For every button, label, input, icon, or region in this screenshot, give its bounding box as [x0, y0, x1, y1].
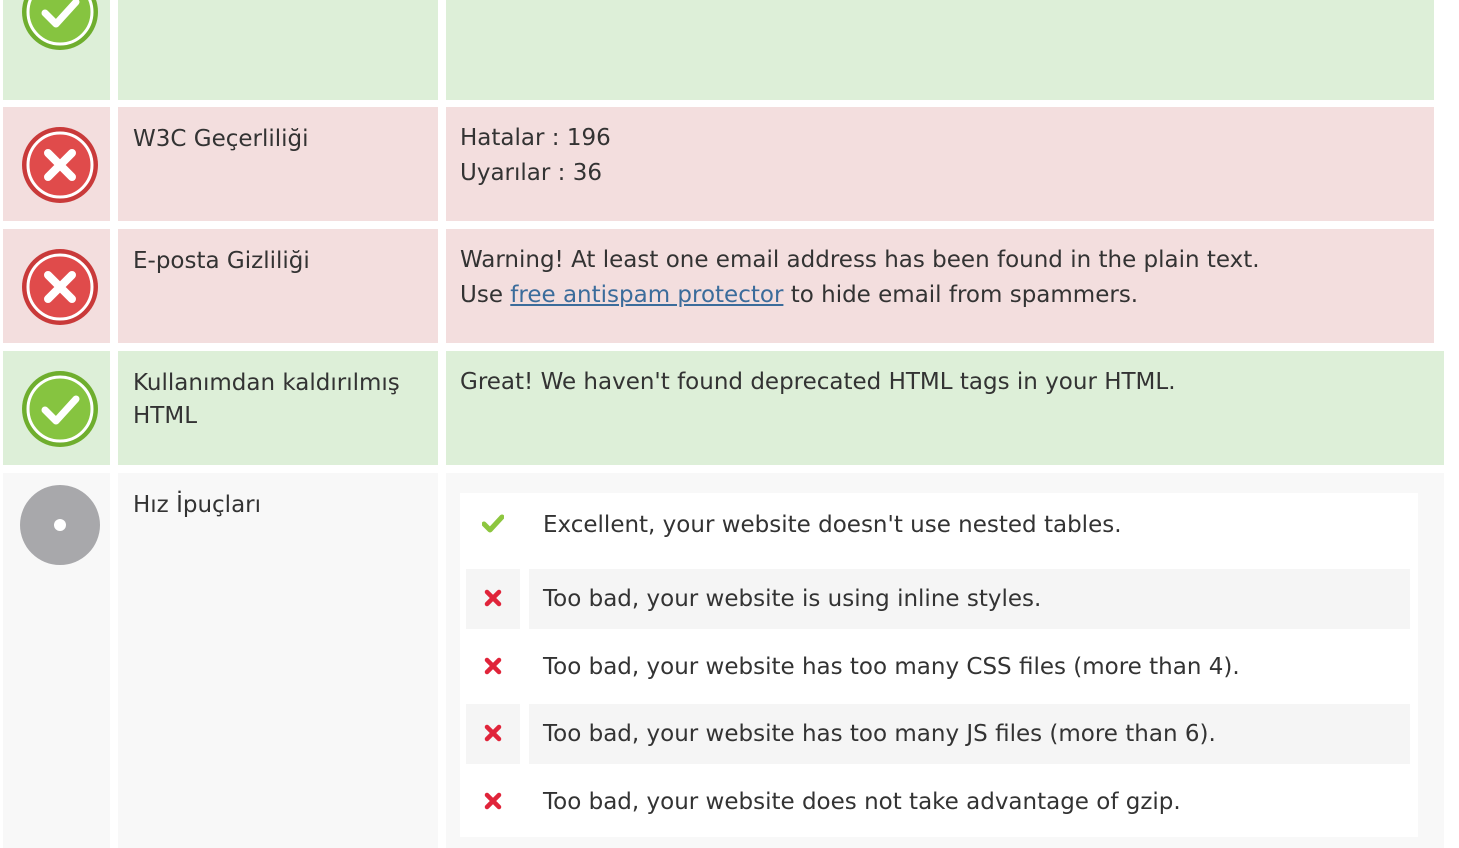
label-cell: E-posta Gizliliği	[118, 229, 438, 343]
errors-count: Hatalar : 196	[460, 125, 611, 151]
row-label: Hız İpuçları	[133, 492, 262, 518]
check-circle-icon	[20, 369, 100, 449]
advice-prefix: Use	[460, 282, 511, 308]
tip-text: Excellent, your website doesn't use nest…	[543, 512, 1122, 538]
checkmark-icon	[482, 514, 504, 533]
status-cell	[3, 0, 110, 100]
row-label: W3C Geçerliliği	[133, 126, 309, 152]
tip-text: Too bad, your website has too many CSS f…	[543, 654, 1240, 680]
label-cell: W3C Geçerliliği	[118, 107, 438, 221]
email-warning: Warning! At least one email address has …	[460, 243, 1260, 313]
value-cell: Warning! At least one email address has …	[446, 229, 1434, 343]
antispam-protector-link[interactable]: free antispam protector	[510, 282, 783, 308]
cross-icon	[484, 724, 502, 742]
cross-icon	[484, 589, 502, 607]
x-circle-icon	[20, 247, 100, 327]
cross-icon	[484, 792, 502, 810]
value-cell: Excellent, your website doesn't use nest…	[446, 473, 1444, 848]
speed-tips-list: Excellent, your website doesn't use nest…	[460, 493, 1418, 837]
check-circle-icon	[20, 0, 100, 52]
tip-item: Too bad, your website is using inline st…	[460, 569, 1410, 629]
tip-body: Too bad, your website has too many CSS f…	[529, 637, 1410, 697]
tip-item: Too bad, your website has too many CSS f…	[460, 637, 1410, 697]
tip-status	[466, 772, 520, 832]
result-row-top	[0, 0, 1434, 100]
w3c-values: Hatalar : 196 Uyarılar : 36	[460, 121, 611, 191]
tip-text: Too bad, your website does not take adva…	[543, 789, 1181, 815]
warnings-count: Uyarılar : 36	[460, 160, 602, 186]
tip-body: Too bad, your website does not take adva…	[529, 772, 1410, 832]
tip-status	[466, 637, 520, 697]
warning-line: Warning! At least one email address has …	[460, 247, 1260, 273]
result-row-w3c: W3C Geçerliliği Hatalar : 196 Uyarılar :…	[0, 107, 1434, 221]
status-cell	[3, 229, 110, 343]
tip-item: Too bad, your website does not take adva…	[460, 772, 1410, 832]
tip-body: Too bad, your website is using inline st…	[529, 569, 1410, 629]
label-cell: Hız İpuçları	[118, 473, 438, 848]
neutral-circle-icon	[20, 485, 100, 565]
x-circle-icon	[20, 125, 100, 205]
label-cell: Kullanımdan kaldırılmış HTML	[118, 351, 438, 465]
tip-status	[466, 495, 520, 555]
tip-body: Too bad, your website has too many JS fi…	[529, 704, 1410, 764]
result-row-speed-tips: Hız İpuçları Excellent, your website doe…	[0, 473, 1444, 848]
value-cell	[446, 0, 1434, 100]
tip-text: Too bad, your website is using inline st…	[543, 586, 1042, 612]
deprecated-html-result: Great! We haven't found deprecated HTML …	[460, 369, 1176, 395]
status-cell	[3, 473, 110, 848]
tip-status	[466, 704, 520, 764]
tip-body: Excellent, your website doesn't use nest…	[529, 495, 1410, 555]
result-row-deprecated-html: Kullanımdan kaldırılmış HTML Great! We h…	[0, 351, 1444, 465]
advice-line: Use free antispam protector to hide emai…	[460, 278, 1260, 313]
tip-item: Excellent, your website doesn't use nest…	[460, 495, 1410, 555]
row-label: E-posta Gizliliği	[133, 248, 310, 274]
result-row-email-privacy: E-posta Gizliliği Warning! At least one …	[0, 229, 1434, 343]
advice-suffix: to hide email from spammers.	[783, 282, 1139, 308]
value-cell: Great! We haven't found deprecated HTML …	[446, 351, 1444, 465]
row-label: Kullanımdan kaldırılmış HTML	[133, 370, 400, 429]
value-cell: Hatalar : 196 Uyarılar : 36	[446, 107, 1434, 221]
status-cell	[3, 107, 110, 221]
tip-text: Too bad, your website has too many JS fi…	[543, 721, 1216, 747]
label-cell	[118, 0, 438, 100]
status-cell	[3, 351, 110, 465]
tip-status	[466, 569, 520, 629]
tip-item: Too bad, your website has too many JS fi…	[460, 704, 1410, 764]
cross-icon	[484, 657, 502, 675]
